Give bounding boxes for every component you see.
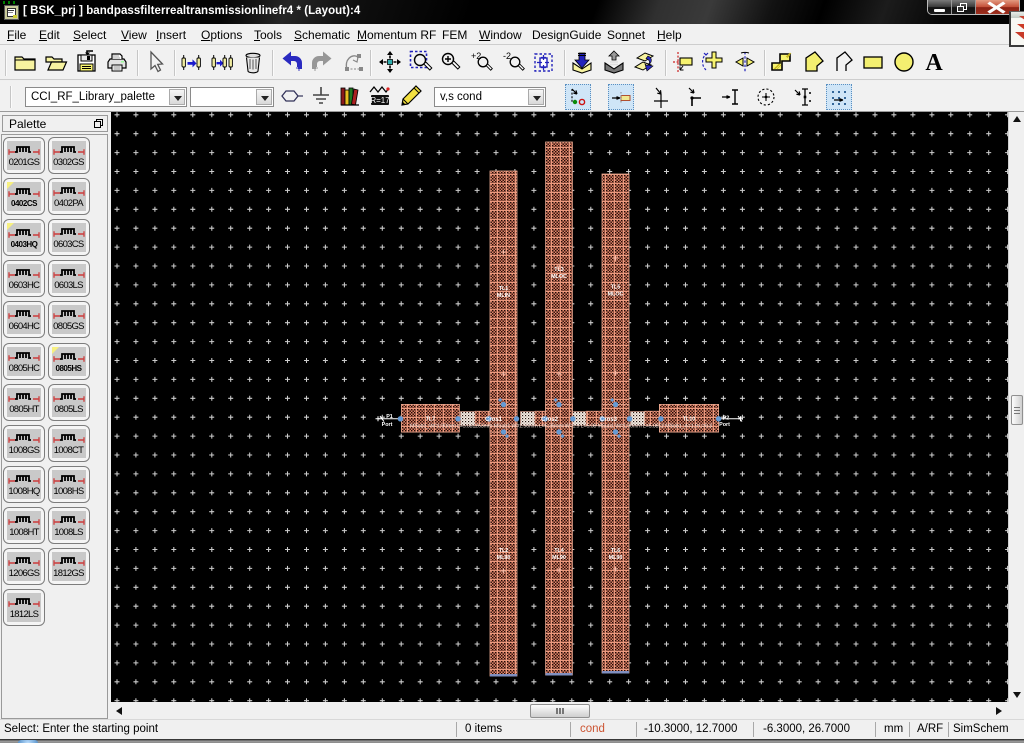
svg-text:Cros1: Cros1 <box>485 417 503 423</box>
svg-text:P2: P2 <box>723 416 730 422</box>
svg-text:A: A <box>925 50 943 74</box>
svg-text:Cros3: Cros3 <box>600 417 618 423</box>
svg-text:TL6: TL6 <box>611 548 621 554</box>
svg-text:ML90: ML90 <box>609 555 623 561</box>
svg-text:+2: +2 <box>471 51 481 61</box>
svg-text:TL2: TL2 <box>499 548 509 554</box>
svg-text:Port: Port <box>719 422 730 428</box>
svg-text:TL5: TL5 <box>611 285 621 291</box>
svg-text:TL1: TL1 <box>499 286 509 292</box>
svg-text:MLOC: MLOC <box>551 274 567 280</box>
svg-text:Port: Port <box>382 422 393 428</box>
svg-text:ML90: ML90 <box>552 555 566 561</box>
svg-text:TL4: TL4 <box>554 548 564 554</box>
svg-text:ML90: ML90 <box>497 555 511 561</box>
svg-text:MLIN: MLIN <box>497 293 510 299</box>
svg-text:Cros2: Cros2 <box>541 417 559 423</box>
svg-text:TL10: TL10 <box>683 417 696 423</box>
svg-text:MLOC: MLOC <box>608 292 624 298</box>
svg-text:-2: -2 <box>503 51 511 61</box>
svg-text:TL7: TL7 <box>426 417 436 423</box>
svg-text:R=17: R=17 <box>370 96 390 105</box>
svg-text:MSub1_W=1.90mm L=5.081263mm MS: MSub1_W=1.90mm L=5.081263mm MSub1 W=1.90… <box>410 423 712 429</box>
svg-text:P1: P1 <box>386 414 393 420</box>
